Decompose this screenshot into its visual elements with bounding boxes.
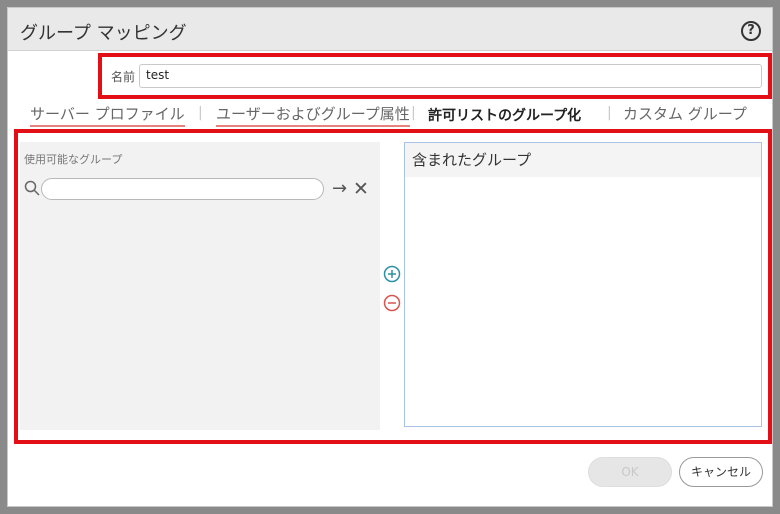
name-input[interactable]: test — [139, 64, 762, 88]
included-groups-header: 含まれたグループ — [405, 143, 761, 177]
group-panels-highlight: 使用可能なグループ → ✕ 含まれたグループ — [14, 129, 772, 444]
name-label: 名前 — [111, 70, 136, 84]
included-groups-panel: 含まれたグループ — [404, 142, 762, 427]
cancel-button[interactable]: キャンセル — [679, 457, 763, 487]
available-groups-header: 使用可能なグループ — [24, 153, 123, 166]
search-row: → ✕ — [20, 178, 380, 202]
dialog-footer: OK キャンセル — [8, 444, 772, 506]
tab-separator: | — [411, 105, 416, 121]
remove-circle-icon[interactable] — [383, 294, 401, 312]
name-field-highlight: 名前 test — [98, 53, 772, 99]
search-icon[interactable] — [24, 180, 40, 196]
help-icon[interactable]: ? — [741, 21, 761, 41]
add-circle-icon[interactable] — [383, 265, 401, 283]
ok-button[interactable]: OK — [588, 457, 672, 487]
dialog-titlebar: グループ マッピング ? — [8, 8, 772, 51]
dialog-title: グループ マッピング — [20, 23, 187, 44]
close-icon[interactable]: ✕ — [353, 178, 369, 200]
tab-server-profile[interactable]: サーバー プロファイル — [30, 103, 185, 127]
arrow-right-icon[interactable]: → — [332, 178, 347, 200]
tab-user-group-attributes[interactable]: ユーザーおよびグループ属性 — [216, 103, 410, 127]
search-input[interactable] — [41, 178, 324, 200]
group-mapping-dialog: グループ マッピング ? 名前 test サーバー プロファイル | ユーザーお… — [7, 7, 773, 507]
available-groups-panel: 使用可能なグループ → ✕ — [20, 142, 380, 430]
tab-separator: | — [607, 105, 612, 121]
tab-custom-group[interactable]: カスタム グループ — [623, 103, 747, 127]
tab-allow-list[interactable]: 許可リストのグループ化 — [428, 105, 581, 129]
tab-separator: | — [198, 105, 203, 121]
